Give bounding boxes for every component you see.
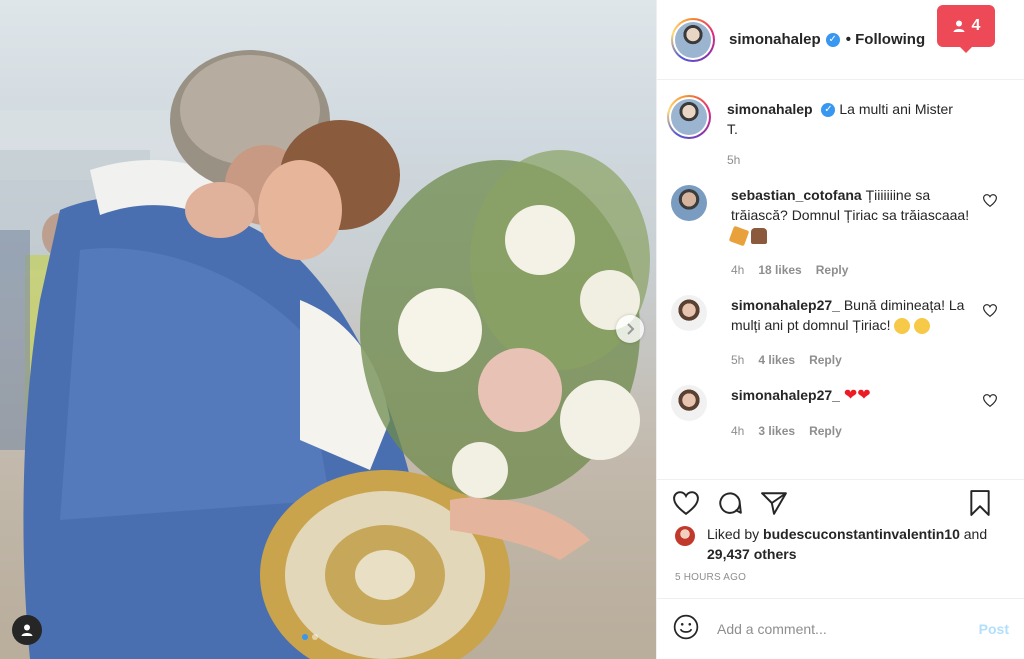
comment-item: sebastian_cotofana Țiiiiiiine sa trăiasc… <box>671 185 1011 277</box>
commenter-avatar[interactable] <box>671 185 707 221</box>
hugging-emoji <box>914 318 931 335</box>
commenter-avatar[interactable] <box>671 295 707 331</box>
comment-button[interactable] <box>717 490 743 516</box>
photo-scene <box>0 50 650 659</box>
comments-list: simonahalep ✓ La multi ani Mister T. 5h … <box>657 81 1024 479</box>
heart-icon <box>673 490 699 515</box>
commenter-avatar[interactable] <box>671 385 707 421</box>
comment-likes[interactable]: 18 likes <box>758 263 801 277</box>
liker-username[interactable]: budescuconstantinvalentin10 <box>763 526 960 542</box>
comment-time[interactable]: 4h <box>731 263 744 277</box>
caption-avatar[interactable] <box>667 95 711 139</box>
party-popper-emoji <box>728 226 750 247</box>
tagged-users-button[interactable] <box>12 615 42 645</box>
notification-badge[interactable]: 4 <box>937 5 995 53</box>
user-icon <box>953 20 965 32</box>
save-button[interactable] <box>969 489 991 516</box>
next-photo-button[interactable] <box>616 315 644 343</box>
comment-input[interactable] <box>717 621 979 637</box>
caption-avatar-image <box>671 99 707 135</box>
post-comment-button[interactable]: Post <box>979 621 1009 637</box>
emoji-picker-button[interactable] <box>673 614 699 645</box>
reply-button[interactable]: Reply <box>809 424 842 438</box>
red-heart-emoji: ❤ <box>857 387 871 405</box>
post-timestamp[interactable]: 5 HOURS AGO <box>675 572 746 583</box>
reply-button[interactable]: Reply <box>816 263 849 277</box>
caption: simonahalep ✓ La multi ani Mister T. 5h <box>667 95 1011 167</box>
comment-time[interactable]: 5h <box>731 353 744 367</box>
comment-bubble-icon <box>719 491 742 514</box>
liked-by-prefix: Liked by <box>707 526 764 542</box>
comment-username[interactable]: simonahalep27_ <box>731 297 840 313</box>
notification-count: 4 <box>971 17 981 34</box>
comment-item: simonahalep27_ Bună dimineața! La mulți … <box>671 295 1011 367</box>
comment-item: simonahalep27_ ❤❤ 4h 3 likes Reply <box>671 385 1011 438</box>
red-heart-emoji: ❤ <box>843 387 858 405</box>
heart-icon[interactable] <box>983 194 997 207</box>
smiley-icon <box>673 614 699 639</box>
hugging-emoji <box>894 318 911 335</box>
comment-likes[interactable]: 3 likes <box>758 424 795 438</box>
comment-composer: Post <box>657 598 1024 659</box>
liked-by-and: and <box>959 526 988 542</box>
carousel-dot <box>312 634 318 640</box>
chevron-right-icon <box>627 323 635 335</box>
comment-username[interactable]: simonahalep27_ <box>731 387 840 403</box>
carousel-dots <box>302 634 318 640</box>
liker-avatar[interactable] <box>675 526 695 546</box>
post-side-panel: simonahalep ✓ • Following 4 simonahalep … <box>656 0 1024 659</box>
post-header: simonahalep ✓ • Following 4 <box>657 0 1024 80</box>
verified-badge-icon: ✓ <box>825 32 840 47</box>
like-button[interactable] <box>673 490 699 515</box>
caption-time[interactable]: 5h <box>727 153 740 167</box>
comment-likes[interactable]: 4 likes <box>758 353 795 367</box>
post-photo[interactable] <box>0 0 656 659</box>
post-action-bar <box>657 479 1024 525</box>
paper-plane-icon <box>761 491 787 515</box>
comment-time[interactable]: 4h <box>731 424 744 438</box>
likes-summary: Liked by budescuconstantinvalentin10 and… <box>675 524 1015 564</box>
user-icon <box>21 624 33 636</box>
others-count[interactable]: 29,437 others <box>707 546 797 562</box>
author-avatar-image <box>675 21 711 58</box>
share-button[interactable] <box>761 491 787 515</box>
author-username[interactable]: simonahalep <box>729 31 821 48</box>
carousel-dot-active <box>302 634 308 640</box>
reply-button[interactable]: Reply <box>809 353 842 367</box>
verified-badge-icon: ✓ <box>821 103 836 118</box>
heart-icon[interactable] <box>983 394 997 407</box>
bookmark-icon <box>970 489 990 516</box>
author-avatar[interactable] <box>671 17 715 62</box>
follow-status[interactable]: • Following <box>846 31 925 48</box>
caption-username[interactable]: simonahalep <box>727 101 813 117</box>
cake-emoji <box>750 228 767 245</box>
heart-icon[interactable] <box>983 304 997 317</box>
comment-username[interactable]: sebastian_cotofana <box>731 187 862 203</box>
